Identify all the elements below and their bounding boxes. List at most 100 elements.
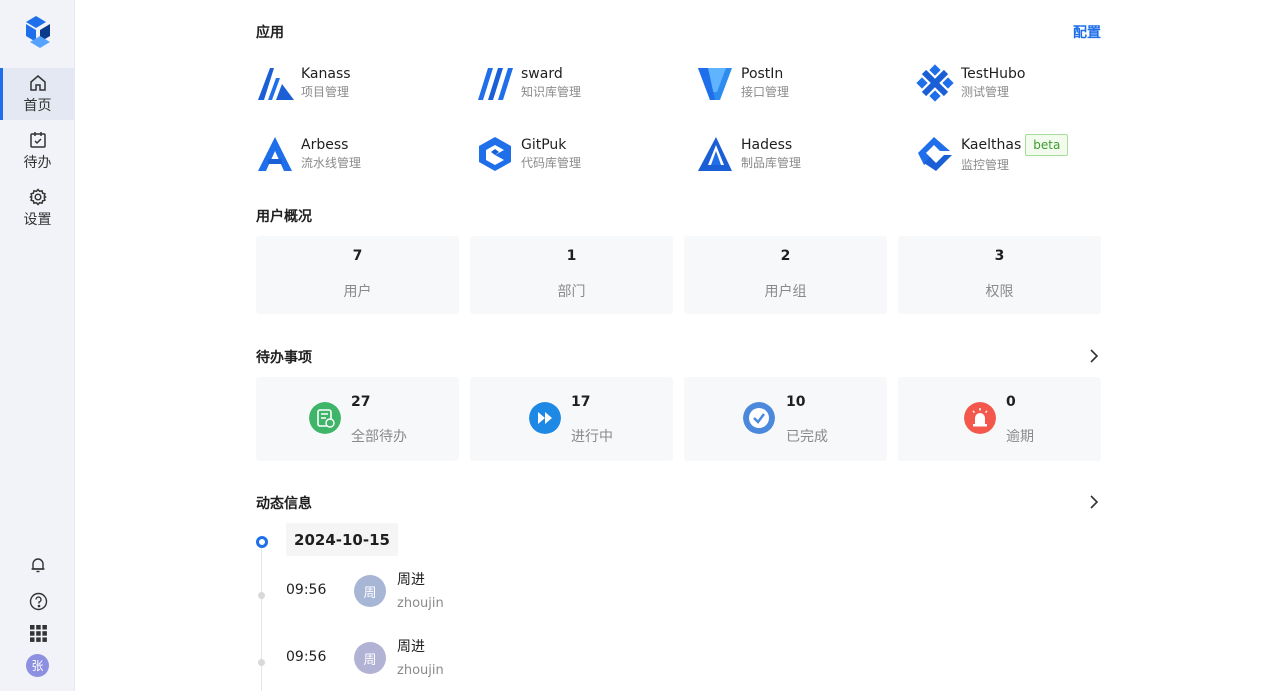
stat-value: 1: [566, 248, 577, 264]
app-postin[interactable]: PostIn 接口管理: [696, 61, 896, 105]
fast-forward-icon: [529, 402, 561, 434]
check-circle-icon: [743, 402, 775, 434]
stat-value: 2: [780, 248, 791, 264]
activity-username: zhoujin: [397, 663, 444, 678]
app-name: Kanass: [301, 66, 351, 82]
sidebar: 首页 待办 设置 张: [0, 0, 75, 691]
help-button[interactable]: [27, 590, 49, 612]
app-desc: 知识库管理: [521, 85, 582, 99]
notifications-button[interactable]: [27, 554, 49, 576]
logo-icon[interactable]: [22, 16, 54, 48]
activity-avatar: 周: [354, 642, 386, 674]
activity-time: 09:56: [286, 582, 327, 598]
nav-settings-label: 设置: [23, 212, 52, 228]
app-desc: 接口管理: [741, 85, 790, 99]
kanass-icon: [258, 68, 294, 100]
app-desc: 监控管理: [961, 158, 1010, 172]
stat-departments[interactable]: 1 部门: [470, 236, 673, 314]
stat-value: 7: [352, 248, 363, 264]
hadess-icon: [698, 137, 732, 171]
app-desc: 代码库管理: [521, 156, 582, 170]
todo-label: 全部待办: [351, 429, 407, 445]
app-name: Kaelthas beta: [961, 134, 1069, 156]
stat-label: 权限: [985, 284, 1014, 300]
app-name: TestHubo: [961, 66, 1026, 82]
sward-icon: [478, 68, 513, 100]
stat-users[interactable]: 7 用户: [256, 236, 459, 314]
timeline-line: [261, 548, 262, 691]
activity-avatar: 周: [354, 575, 386, 607]
todo-all[interactable]: 27 全部待办: [256, 377, 459, 461]
app-testhubo[interactable]: TestHubo 测试管理: [916, 61, 1116, 105]
user-avatar[interactable]: 张: [26, 654, 49, 677]
gitpuk-icon: [479, 137, 511, 171]
nav-home[interactable]: 首页: [0, 68, 75, 120]
todo-value: 17: [571, 394, 591, 410]
todo-value: 0: [1006, 394, 1016, 410]
activity-name[interactable]: 周进: [397, 636, 425, 656]
alarm-icon: [964, 402, 996, 434]
app-name: Hadess: [741, 137, 793, 153]
apps-section-title: 应用: [256, 25, 284, 41]
timeline-dot: [258, 592, 265, 599]
app-name: PostIn: [741, 66, 784, 82]
postin-icon: [698, 68, 732, 100]
todo-label: 逾期: [1006, 429, 1034, 445]
stat-user-groups[interactable]: 2 用户组: [684, 236, 887, 314]
app-desc: 制品库管理: [741, 156, 802, 170]
config-link[interactable]: 配置: [1073, 22, 1101, 42]
users-section-title: 用户概况: [256, 209, 312, 225]
home-icon: [29, 75, 46, 91]
app-name: sward: [521, 66, 563, 82]
todo-in-progress[interactable]: 17 进行中: [470, 377, 673, 461]
activity-username: zhoujin: [397, 596, 444, 611]
app-name: GitPuk: [521, 137, 567, 153]
todo-section-title: 待办事项: [256, 350, 312, 366]
timeline-dot: [258, 659, 265, 666]
apps-button[interactable]: [27, 622, 49, 644]
app-name-text: Kaelthas: [961, 137, 1022, 153]
todo-overdue[interactable]: 0 逾期: [898, 377, 1101, 461]
app-desc: 项目管理: [301, 85, 350, 99]
calendar-check-icon: [29, 132, 46, 148]
help-icon: [29, 592, 47, 610]
app-kaelthas[interactable]: Kaelthas beta 监控管理: [916, 132, 1126, 176]
app-desc: 流水线管理: [301, 156, 362, 170]
stat-value: 3: [994, 248, 1005, 264]
todo-label: 已完成: [786, 429, 828, 445]
activity-time: 09:56: [286, 649, 327, 665]
apps-grid-icon: [29, 624, 47, 642]
kaelthas-icon: [918, 137, 952, 171]
app-arbess[interactable]: Arbess 流水线管理: [256, 132, 456, 176]
todo-label: 进行中: [571, 429, 613, 445]
todo-more-chevron-icon[interactable]: [1087, 349, 1101, 363]
beta-badge: beta: [1025, 134, 1069, 156]
app-sward[interactable]: sward 知识库管理: [476, 61, 676, 105]
activity-more-chevron-icon[interactable]: [1087, 495, 1101, 509]
app-kanass[interactable]: Kanass 项目管理: [256, 61, 456, 105]
todo-value: 27: [351, 394, 371, 410]
activity-name[interactable]: 周进: [397, 569, 425, 589]
todo-completed[interactable]: 10 已完成: [684, 377, 887, 461]
stat-label: 用户组: [764, 284, 807, 300]
app-name: Arbess: [301, 137, 349, 153]
todo-value: 10: [786, 394, 806, 410]
stat-label: 部门: [557, 284, 586, 300]
bell-icon: [31, 558, 45, 573]
stat-label: 用户: [343, 284, 372, 300]
arbess-icon: [258, 137, 292, 171]
nav-todo-label: 待办: [23, 155, 52, 171]
app-desc: 测试管理: [961, 85, 1010, 99]
stat-permissions[interactable]: 3 权限: [898, 236, 1101, 314]
testhubo-icon: [916, 64, 954, 102]
todo-list-icon: [309, 402, 341, 434]
gear-icon: [28, 188, 47, 206]
timeline-date: 2024-10-15: [286, 523, 398, 556]
timeline-date-dot: [256, 536, 268, 548]
app-gitpuk[interactable]: GitPuk 代码库管理: [476, 132, 676, 176]
nav-todo[interactable]: 待办: [0, 125, 75, 177]
activity-section-title: 动态信息: [256, 496, 312, 512]
app-hadess[interactable]: Hadess 制品库管理: [696, 132, 896, 176]
nav-settings[interactable]: 设置: [0, 182, 75, 234]
nav-home-label: 首页: [23, 98, 52, 114]
